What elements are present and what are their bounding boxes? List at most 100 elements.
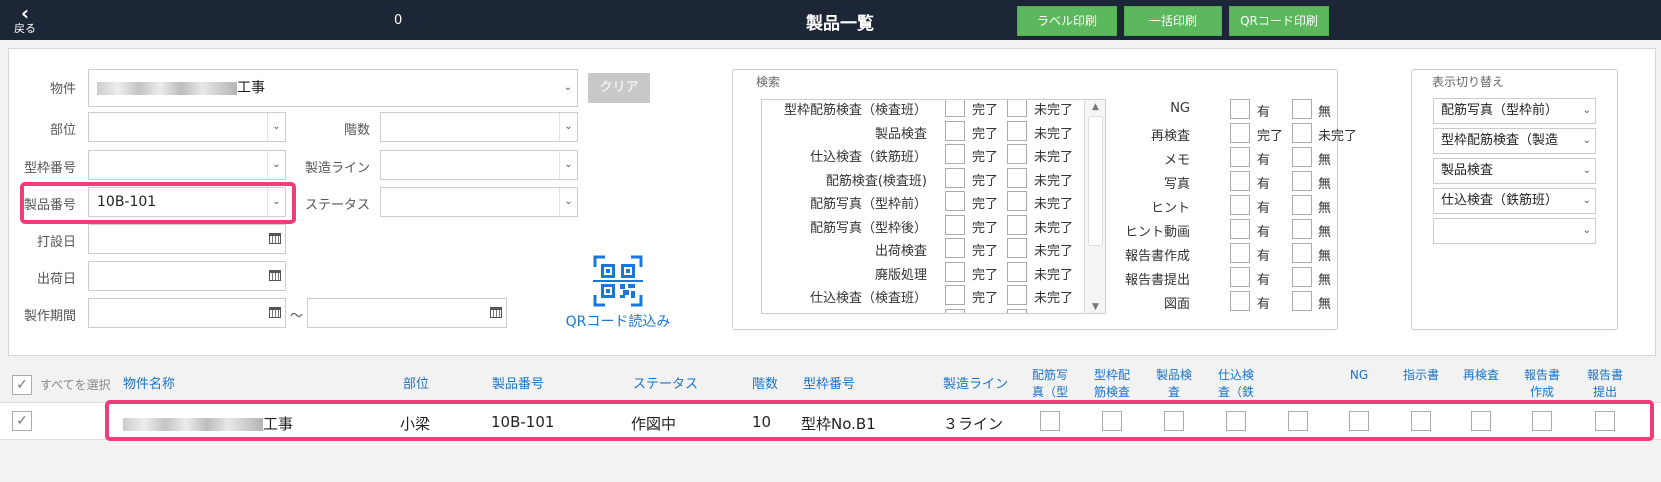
option-b-checkbox[interactable] xyxy=(1292,219,1312,239)
clear-button[interactable]: クリア xyxy=(588,73,650,103)
property-select[interactable]: 工事 ⌄ xyxy=(88,69,578,107)
col-floor[interactable]: 階数 xyxy=(752,376,778,394)
col-check-header[interactable]: 製品検査 xyxy=(1150,367,1198,401)
back-label: 戻る xyxy=(14,22,36,35)
option-b-checkbox[interactable] xyxy=(1292,267,1312,287)
search-undone-label: 未完了 xyxy=(1034,126,1074,142)
shipping-date-input[interactable] xyxy=(88,261,286,291)
calendar-icon[interactable] xyxy=(269,307,281,318)
option-a-checkbox[interactable] xyxy=(1230,99,1250,119)
search-undone-checkbox[interactable] xyxy=(1007,167,1027,188)
search-undone-checkbox[interactable] xyxy=(1007,120,1027,141)
option-a-label: 完了 xyxy=(1257,129,1284,144)
display-legend: 表示切り替え xyxy=(1430,73,1507,90)
part-select[interactable]: ⌄ xyxy=(88,112,286,142)
col-check-header[interactable]: 報告書 作成 xyxy=(1518,367,1566,401)
col-product[interactable]: 製品番号 xyxy=(492,376,544,394)
col-check-header-line1: 製品検 xyxy=(1155,368,1192,382)
search-done-checkbox[interactable] xyxy=(945,120,965,141)
calendar-icon[interactable] xyxy=(269,233,281,244)
col-check-header[interactable]: 指示書 xyxy=(1397,367,1445,384)
search-undone-checkbox[interactable] xyxy=(1007,285,1027,305)
option-a-checkbox[interactable] xyxy=(1230,291,1250,311)
search-undone-checkbox[interactable] xyxy=(1007,191,1027,211)
col-check-header[interactable]: 再検査 xyxy=(1457,367,1505,384)
select-all-checkbox[interactable]: ✓ xyxy=(12,375,32,395)
search-done-label: 完了 xyxy=(972,220,999,236)
bulk-print-button[interactable]: 一括印刷 xyxy=(1124,6,1222,36)
line-select[interactable]: ⌄ xyxy=(380,150,578,180)
search-undone-checkbox[interactable] xyxy=(1007,100,1027,117)
option-b-checkbox[interactable] xyxy=(1292,243,1312,263)
qr-print-button[interactable]: QRコード印刷 xyxy=(1229,6,1329,36)
label-print-button[interactable]: ラベル印刷 xyxy=(1017,6,1117,36)
search-undone-checkbox[interactable] xyxy=(1007,308,1027,313)
search-done-checkbox[interactable] xyxy=(945,214,965,235)
option-b-checkbox[interactable] xyxy=(1292,171,1312,191)
casting-date-label: 打設日 xyxy=(36,235,76,250)
calendar-icon[interactable] xyxy=(490,307,502,318)
item-count: 0 xyxy=(394,13,403,28)
qr-reader-button[interactable]: QRコード読込み xyxy=(563,255,673,331)
back-button[interactable]: ‹ 戻る xyxy=(10,3,40,38)
display-select[interactable]: 型枠配筋検査（製造 ⌄ xyxy=(1433,128,1596,154)
option-b-checkbox[interactable] xyxy=(1292,99,1312,119)
col-check-header[interactable]: 配筋写 真（型 xyxy=(1026,367,1074,401)
search-done-checkbox[interactable] xyxy=(945,261,965,282)
col-status[interactable]: ステータス xyxy=(633,376,698,394)
option-a-checkbox[interactable] xyxy=(1230,123,1250,143)
option-b-checkbox[interactable] xyxy=(1292,147,1312,167)
status-select[interactable]: ⌄ xyxy=(380,187,578,217)
col-check-header[interactable]: 報告書 提出 xyxy=(1581,367,1629,401)
search-undone-checkbox[interactable] xyxy=(1007,238,1027,258)
search-undone-label: 未完了 xyxy=(1034,291,1074,306)
period-end-input[interactable] xyxy=(307,298,507,328)
col-property[interactable]: 物件名称 xyxy=(123,376,175,394)
search-undone-checkbox[interactable] xyxy=(1007,144,1027,164)
search-row-label: 型枠配筋検査（検査班） xyxy=(783,103,927,118)
search-done-checkbox[interactable] xyxy=(945,238,965,258)
col-mold[interactable]: 型枠番号 xyxy=(803,376,855,394)
mold-label: 型枠番号 xyxy=(23,161,76,176)
search-row: 仕込検査（鉄筋班） 完了 未完了 xyxy=(762,144,1105,166)
search-done-checkbox[interactable] xyxy=(945,191,965,211)
casting-date-input[interactable] xyxy=(88,224,286,254)
search-row: 型枠配筋検査（検査班） 完了 未完了 xyxy=(762,100,1105,119)
display-select[interactable]: 配筋写真（型枠前） ⌄ xyxy=(1433,98,1596,124)
floor-select[interactable]: ⌄ xyxy=(380,112,578,142)
search-done-checkbox[interactable] xyxy=(945,285,965,305)
mold-select[interactable]: ⌄ xyxy=(88,150,286,180)
period-start-input[interactable] xyxy=(88,298,286,328)
option-b-label: 無 xyxy=(1318,105,1332,120)
col-check-header-line2: NG xyxy=(1349,368,1369,382)
option-a-checkbox[interactable] xyxy=(1230,219,1250,239)
option-b-checkbox[interactable] xyxy=(1292,123,1312,143)
col-part[interactable]: 部位 xyxy=(403,376,429,394)
option-a-checkbox[interactable] xyxy=(1230,171,1250,191)
col-check-header[interactable]: 型枠配 筋検査 xyxy=(1088,367,1136,401)
option-a-checkbox[interactable] xyxy=(1230,267,1250,287)
col-check-header[interactable]: 仕込検 査（鉄 xyxy=(1212,367,1260,401)
search-done-checkbox[interactable] xyxy=(945,144,965,164)
chevron-down-icon: ⌄ xyxy=(1582,135,1591,146)
col-check-header[interactable]: NG xyxy=(1335,367,1383,384)
search-done-checkbox[interactable] xyxy=(945,308,965,313)
display-select[interactable]: 製品検査 ⌄ xyxy=(1433,158,1596,184)
option-b-checkbox[interactable] xyxy=(1292,195,1312,215)
search-undone-checkbox[interactable] xyxy=(1007,261,1027,282)
search-done-checkbox[interactable] xyxy=(945,167,965,188)
col-line[interactable]: 製造ライン xyxy=(943,376,1008,394)
option-a-checkbox[interactable] xyxy=(1230,147,1250,167)
row-checkbox[interactable]: ✓ xyxy=(12,411,32,431)
option-a-checkbox[interactable] xyxy=(1230,243,1250,263)
display-select[interactable]: 仕込検査（鉄筋班） ⌄ xyxy=(1433,188,1596,214)
search-done-checkbox[interactable] xyxy=(945,100,965,117)
display-select[interactable]: ⌄ xyxy=(1433,218,1596,244)
option-a-checkbox[interactable] xyxy=(1230,195,1250,215)
highlight-box xyxy=(20,182,296,224)
search-row: 廃版処理 完了 未完了 xyxy=(762,261,1105,284)
search-undone-checkbox[interactable] xyxy=(1007,214,1027,235)
option-row-label: メモ xyxy=(1163,153,1190,168)
calendar-icon[interactable] xyxy=(269,270,281,281)
option-b-checkbox[interactable] xyxy=(1292,291,1312,311)
